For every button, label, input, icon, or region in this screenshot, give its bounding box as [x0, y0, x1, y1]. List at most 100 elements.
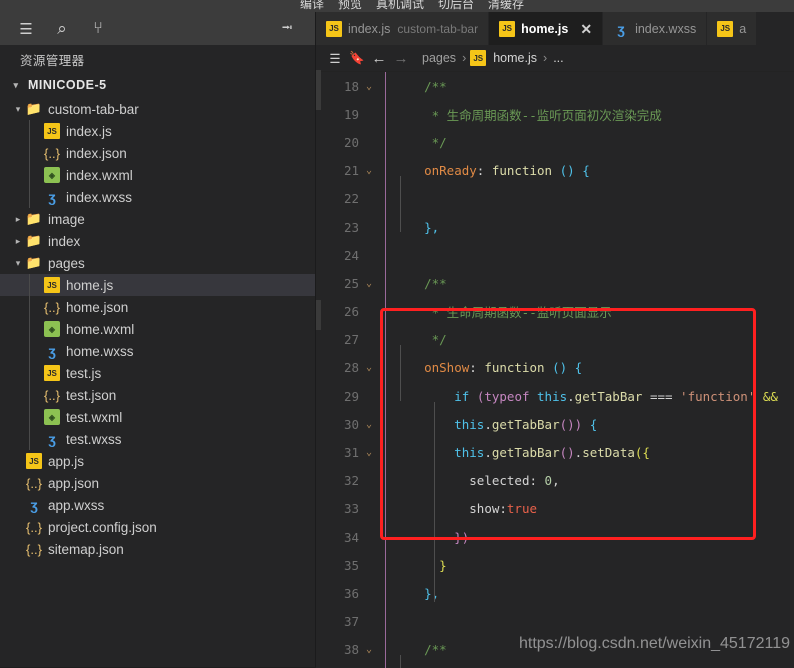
menu-item-2[interactable]: 真机调试: [376, 0, 424, 10]
editor-tab[interactable]: JS index.js custom-tab-bar: [316, 12, 490, 45]
menu-item-0[interactable]: 编译: [300, 0, 324, 10]
fold-chevron-icon[interactable]: ⌄: [362, 447, 376, 458]
line-number-value: 33: [343, 501, 359, 517]
tree-file-row[interactable]: ʒ home.wxss: [0, 340, 315, 362]
fold-chevron-icon[interactable]: ⌄: [362, 165, 376, 176]
code-line[interactable]: [394, 185, 794, 213]
breadcrumb-item[interactable]: pages: [422, 51, 456, 65]
tree-file-row[interactable]: {..} index.json: [0, 142, 315, 164]
code-line[interactable]: /**: [394, 269, 794, 297]
menu-item-4[interactable]: 清缓存: [488, 0, 524, 10]
tree-file-row[interactable]: {..} test.json: [0, 384, 315, 406]
tree-file-row[interactable]: JS test.js: [0, 362, 315, 384]
code-line[interactable]: * 生命周期函数--监听页面初次渲染完成: [394, 100, 794, 128]
tree-folder-row[interactable]: ▸ 📁 image: [0, 208, 315, 230]
tree-file-row[interactable]: ◈ test.wxml: [0, 406, 315, 428]
chevron-down-icon[interactable]: ▾: [10, 258, 26, 269]
editor-tab[interactable]: JS a: [707, 12, 758, 45]
tree-file-row[interactable]: JS app.js: [0, 450, 315, 472]
code-line[interactable]: selected: 0,: [394, 467, 794, 495]
collapse-sidebar-icon[interactable]: ⭲: [273, 16, 301, 42]
breadcrumb-item[interactable]: ...: [553, 51, 563, 65]
code-line[interactable]: this. getTabBar(). setData({: [394, 438, 794, 466]
code-line[interactable]: * 生命周期函数--监听页面显示: [394, 298, 794, 326]
tree-file-row[interactable]: JS home.js: [0, 274, 315, 296]
code-editor[interactable]: 18 ⌄ 19 20 21 ⌄ 22 23 24 25 ⌄ 26 27 28 ⌄ 29 30 ⌄ 3…: [316, 72, 794, 668]
search-icon[interactable]: ⌕: [48, 16, 76, 42]
sidebar-scroll-marker-top[interactable]: [316, 70, 321, 110]
fold-chevron-icon[interactable]: ⌄: [362, 644, 376, 655]
editor-tab[interactable]: JS home.js ✕: [489, 12, 604, 45]
code-line[interactable]: /**: [394, 72, 794, 100]
explorer-icon[interactable]: ☰: [12, 16, 40, 42]
tree-item-label: home.js: [66, 277, 114, 293]
code-token: typeof: [484, 388, 530, 404]
editor-tab[interactable]: ʒ index.wxss: [603, 12, 708, 45]
chevron-right-icon[interactable]: ▸: [10, 214, 26, 225]
tree-folder-row[interactable]: ▾ 📁 pages: [0, 252, 315, 274]
tree-folder-row[interactable]: ▸ 📁 index: [0, 230, 315, 252]
tree-file-row[interactable]: ʒ test.wxss: [0, 428, 315, 450]
chevron-down-icon[interactable]: ▾: [8, 80, 24, 91]
tree-item-label: index.js: [66, 123, 112, 139]
tree-file-row[interactable]: ◈ home.wxml: [0, 318, 315, 340]
tree-file-row[interactable]: {..} home.json: [0, 296, 315, 318]
sidebar-icon-strip: ☰ ⌕ ⑂ ⭲: [0, 12, 315, 45]
tree-item-label: index.wxss: [66, 189, 133, 205]
code-token: {: [589, 416, 598, 432]
editor-tab-label: index.js: [348, 21, 391, 36]
code-line[interactable]: this. getTabBar()) {: [394, 410, 794, 438]
fold-chevron-icon[interactable]: ⌄: [362, 278, 376, 289]
tree-file-row[interactable]: {..} sitemap.json: [0, 538, 315, 560]
tree-file-row[interactable]: {..} app.json: [0, 472, 315, 494]
code-line[interactable]: [394, 241, 794, 269]
code-line[interactable]: },: [394, 213, 794, 241]
tree-file-row[interactable]: {..} project.config.json: [0, 516, 315, 538]
chevron-down-icon[interactable]: ▾: [10, 104, 26, 115]
code-line[interactable]: */: [394, 128, 794, 156]
tree-file-row[interactable]: ◈ index.wxml: [0, 164, 315, 186]
code-line[interactable]: },: [394, 579, 794, 607]
wxss-icon: ʒ: [48, 343, 56, 359]
code-line[interactable]: */: [394, 326, 794, 354]
code-line[interactable]: onShow: function () {: [394, 354, 794, 382]
code-line[interactable]: onReady: function () {: [394, 157, 794, 185]
folder-grey-icon: 📁: [25, 233, 43, 248]
source-control-icon[interactable]: ⑂: [84, 16, 112, 42]
tree-file-row[interactable]: ʒ app.wxss: [0, 494, 315, 516]
fold-chevron-icon[interactable]: ⌄: [362, 81, 376, 92]
fold-chevron-icon[interactable]: ⌄: [362, 419, 376, 430]
menu-item-1[interactable]: 预览: [338, 0, 362, 10]
code-line[interactable]: if (typeof this. getTabBar === 'function'…: [394, 382, 794, 410]
code-token: setData: [582, 445, 635, 461]
tree-folder-row[interactable]: ▾ 📁 custom-tab-bar: [0, 98, 315, 120]
outline-icon[interactable]: ☰: [324, 47, 346, 69]
tree-file-row[interactable]: JS index.js: [0, 120, 315, 142]
code-line[interactable]: [394, 608, 794, 636]
close-icon[interactable]: ✕: [580, 22, 592, 36]
code-token: onShow: [424, 360, 470, 376]
code-token: .: [574, 445, 583, 461]
code-line[interactable]: }): [394, 523, 794, 551]
sidebar-scroll-marker-mid[interactable]: [316, 300, 321, 330]
code-line[interactable]: show: true: [394, 495, 794, 523]
explorer-title: 资源管理器: [20, 53, 85, 68]
fold-chevron-icon[interactable]: ⌄: [362, 362, 376, 373]
tree-file-row[interactable]: ʒ index.wxss: [0, 186, 315, 208]
workspace-root-row[interactable]: ▾ MINICODE-5: [0, 73, 315, 97]
gutter-divider: [385, 72, 386, 668]
back-arrow-icon[interactable]: ←: [368, 47, 390, 69]
line-number-value: 32: [343, 473, 359, 489]
bookmark-icon[interactable]: 🔖: [346, 47, 368, 69]
breadcrumb-item[interactable]: home.js: [493, 51, 537, 65]
code-line[interactable]: * 生命周期函数--监听页面隐藏: [394, 664, 794, 668]
code-lines[interactable]: /** * 生命周期函数--监听页面初次渲染完成 */ onReady: fun…: [394, 72, 794, 668]
forward-arrow-icon[interactable]: →: [390, 47, 412, 69]
menu-item-3[interactable]: 切后台: [438, 0, 474, 10]
line-number: 32: [316, 467, 380, 495]
code-line[interactable]: }: [394, 551, 794, 579]
chevron-right-icon[interactable]: ▸: [10, 236, 26, 247]
